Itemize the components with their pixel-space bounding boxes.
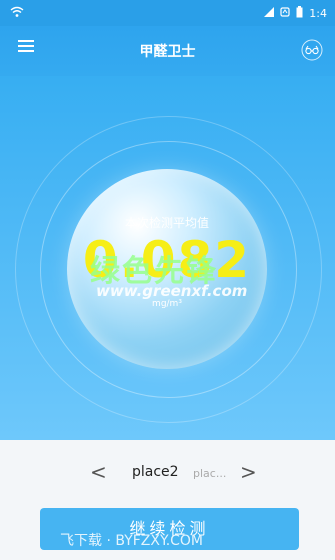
- next-place-preview[interactable]: plac...: [193, 467, 226, 480]
- bottom-watermark: 飞下载 · BYFZXY.COM: [60, 533, 204, 549]
- wifi-icon: [10, 6, 24, 21]
- prev-place-button[interactable]: <: [90, 460, 107, 484]
- glasses-icon[interactable]: [301, 39, 323, 61]
- notification-icon: [280, 7, 290, 20]
- app-header: 甲醛卫士: [0, 26, 335, 76]
- signal-icon: [264, 7, 275, 20]
- status-bar: 1:4: [0, 0, 335, 26]
- reading-panel: 本次检测平均值 0.082 mg/m³ 绿色先锋 www.greenxf.com: [0, 76, 335, 440]
- place-selector: < place2 plac... >: [0, 450, 335, 498]
- reading-caption: 本次检测平均值: [124, 216, 209, 230]
- watermark-url: www.greenxf.com: [96, 282, 248, 300]
- current-place[interactable]: place2: [132, 464, 179, 480]
- page-title: 甲醛卫士: [139, 44, 196, 60]
- clock-time: 1:4: [309, 7, 327, 20]
- next-place-button[interactable]: >: [240, 460, 257, 484]
- battery-icon: [296, 6, 303, 21]
- reading-unit: mg/m³: [152, 299, 182, 309]
